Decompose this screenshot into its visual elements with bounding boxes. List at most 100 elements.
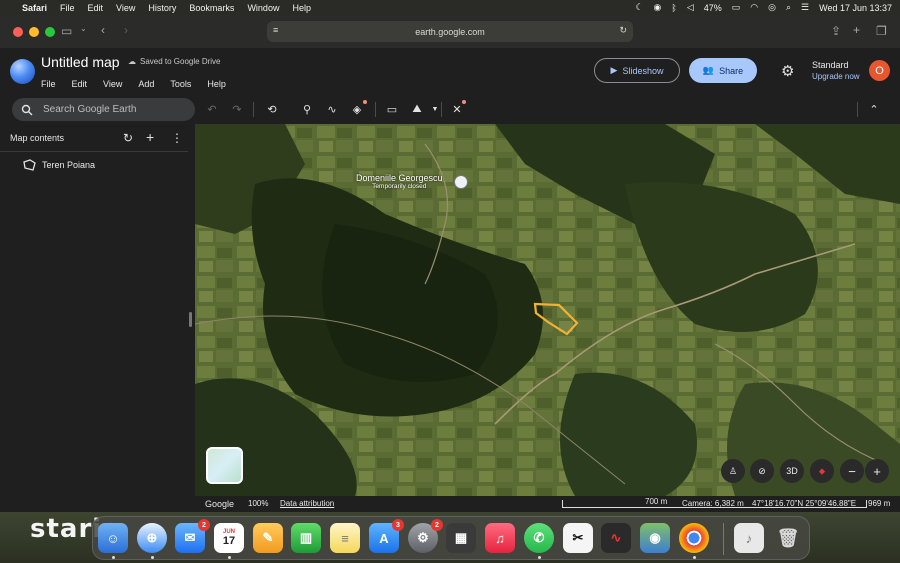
macos-menubar: Safari File Edit View History Bookmarks … [0, 0, 900, 15]
share-button[interactable]: 👥 Share [689, 58, 757, 83]
upgrade-link[interactable]: Upgrade now [812, 71, 860, 82]
avatar[interactable]: O [869, 60, 890, 81]
menu-history[interactable]: History [148, 3, 176, 13]
menu-view[interactable]: View [116, 3, 135, 13]
view-3d-button[interactable]: 3D [780, 459, 804, 483]
spotlight-icon[interactable]: ⌕ [786, 2, 791, 13]
ge-menu-tools[interactable]: Tools [170, 79, 191, 89]
reload-icon[interactable]: ↻ [619, 25, 627, 36]
zoom-out-button[interactable]: − [840, 459, 864, 483]
ge-menu-file[interactable]: File [41, 79, 56, 89]
path-icon[interactable]: ∿ [324, 101, 340, 117]
moon-icon[interactable]: ☾ [635, 2, 643, 13]
music-icon[interactable]: ♫ [485, 523, 515, 553]
finder-icon[interactable]: ☺ [98, 523, 128, 553]
bluetooth-icon[interactable]: ᛒ [671, 3, 676, 13]
search-icon [21, 104, 33, 115]
sidebar-toggle-icon[interactable]: ▭ [61, 24, 72, 38]
toolbar-divider [441, 102, 442, 117]
capcut-icon[interactable]: ✂ [563, 523, 593, 553]
undo-icon[interactable]: ↶ [204, 101, 220, 117]
elevation-icon[interactable]: ⛰ [409, 101, 425, 117]
voice-memos-icon[interactable]: ∿ [601, 523, 631, 553]
ge-menu: File Edit View Add Tools Help [41, 79, 242, 89]
url-bar[interactable]: ≡ earth.google.com ↻ [267, 21, 633, 42]
ge-menu-edit[interactable]: Edit [72, 79, 88, 89]
share-label: Share [719, 65, 744, 76]
map-viewport[interactable]: Domeniile Georgescu Temporarily closed ♙… [195, 124, 900, 496]
save-status-text: Saved to Google Drive [140, 57, 221, 66]
notes-icon[interactable]: ≡ [330, 523, 360, 553]
chevron-up-icon[interactable]: ⌃ [866, 101, 882, 117]
user-icon[interactable]: ◎ [768, 2, 776, 13]
plan-name: Standard [812, 60, 849, 70]
numbers-icon[interactable]: ▥ [291, 523, 321, 553]
close-window-button[interactable] [13, 26, 23, 37]
music-file-icon[interactable]: ♪ [734, 523, 764, 553]
app-store-icon[interactable]: A3 [369, 519, 404, 553]
safari-icon[interactable]: ⊕ [137, 523, 167, 553]
more-vert-icon[interactable]: ⋮ [171, 131, 183, 145]
history-icon[interactable]: ⟲ [264, 101, 280, 117]
data-attribution-link[interactable]: Data attribution [280, 499, 334, 508]
datetime[interactable]: Wed 17 Jun 13:37 [819, 3, 892, 13]
menu-help[interactable]: Help [292, 3, 311, 13]
redo-icon[interactable]: ↷ [229, 101, 245, 117]
ge-menu-add[interactable]: Add [138, 79, 154, 89]
play-circle-icon[interactable]: ◉ [654, 2, 662, 13]
google-earth-logo[interactable] [10, 59, 35, 84]
add-icon[interactable]: + [146, 129, 154, 145]
wifi-icon[interactable]: ◠ [750, 2, 758, 13]
trash-icon[interactable]: 🗑 [773, 523, 803, 553]
menu-app-name[interactable]: Safari [22, 3, 47, 13]
gear-icon[interactable]: ⚙ [781, 62, 794, 80]
place-pin-icon[interactable] [454, 175, 468, 189]
list-item[interactable]: Teren Poiana [22, 159, 95, 171]
map-title[interactable]: Untitled map [41, 54, 120, 70]
mute-icon[interactable]: ◁ [687, 2, 694, 13]
place-label[interactable]: Domeniile Georgescu Temporarily closed [356, 173, 443, 190]
share-page-icon[interactable]: ⇪ [831, 24, 841, 38]
placemark-icon[interactable]: ⚲ [299, 101, 315, 117]
battery-percent: 47% [703, 2, 722, 13]
zoom-window-button[interactable] [45, 26, 55, 37]
plan-info[interactable]: Standard Upgrade now [812, 60, 860, 82]
measure-icon[interactable]: ▭ [384, 101, 400, 117]
search-placeholder: Search Google Earth [43, 104, 137, 115]
system-settings-icon[interactable]: ⚙ 2 [408, 519, 443, 553]
refresh-icon[interactable]: ↻ [123, 131, 133, 145]
calculator-icon[interactable]: ▦ [446, 523, 476, 553]
pages-icon[interactable]: ✎ [253, 523, 283, 553]
pegman-icon[interactable]: ♙ [721, 459, 745, 483]
mail-icon[interactable]: ✉ 2 [175, 519, 210, 553]
panel-resize-handle[interactable] [189, 312, 192, 327]
calendar-icon[interactable]: JUN 17 [214, 523, 244, 553]
chrome-icon[interactable] [679, 523, 709, 553]
menu-edit[interactable]: Edit [88, 3, 104, 13]
menu-file[interactable]: File [60, 3, 75, 13]
rotation-lock-icon[interactable]: ⊘ [750, 459, 774, 483]
tab-overview-icon[interactable]: ❐ [876, 24, 887, 38]
compass-icon[interactable]: ⬥ [810, 459, 834, 483]
toolbar-divider [857, 102, 858, 117]
minimize-window-button[interactable] [29, 26, 39, 37]
slideshow-button[interactable]: ▶ Slideshow [594, 58, 680, 83]
whatsapp-icon[interactable]: ✆ [524, 523, 554, 553]
ge-menu-help[interactable]: Help [207, 79, 226, 89]
google-earth-pro-icon[interactable]: ◉ [640, 523, 670, 553]
menu-window[interactable]: Window [247, 3, 279, 13]
back-icon[interactable]: ‹ [101, 23, 105, 37]
search-input[interactable]: Search Google Earth [12, 98, 195, 121]
chevron-down-icon[interactable]: ⌄ [80, 24, 87, 33]
page-settings-icon[interactable]: ≡ [273, 25, 278, 35]
basemap-switcher[interactable] [206, 447, 243, 484]
forward-icon[interactable]: › [124, 23, 128, 37]
running-indicator [693, 556, 696, 559]
slideshow-label: Slideshow [622, 65, 664, 76]
zoom-in-button[interactable]: + [865, 459, 889, 483]
battery-icon[interactable]: ▭ [732, 2, 741, 13]
control-center-icon[interactable]: ☰ [801, 2, 809, 13]
menu-bookmarks[interactable]: Bookmarks [189, 3, 234, 13]
new-tab-icon[interactable]: + [853, 23, 860, 37]
ge-menu-view[interactable]: View [103, 79, 122, 89]
